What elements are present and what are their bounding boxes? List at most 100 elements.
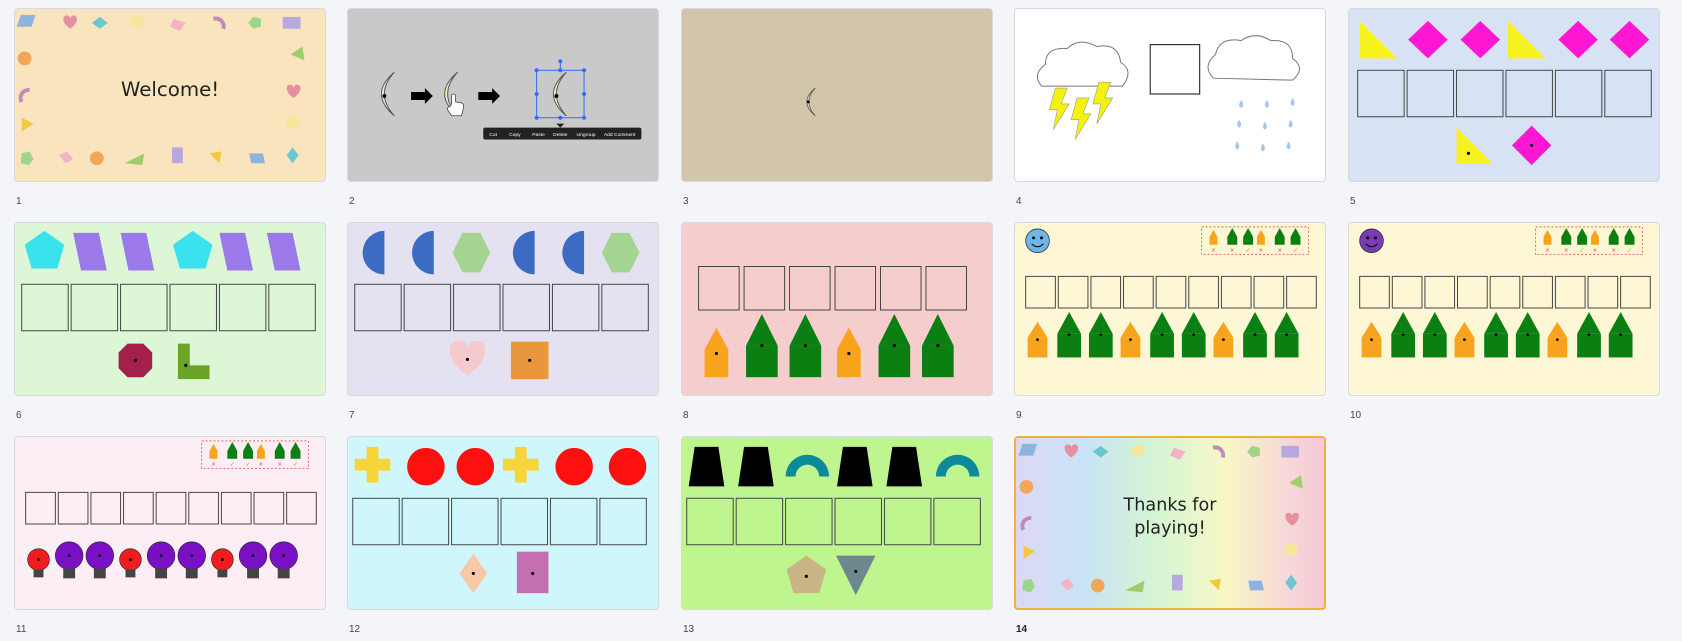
parallelogram-shape: [1248, 580, 1264, 591]
slide-number-7: 7: [349, 410, 355, 421]
slide-2-canvas: Cut Copy Paste Delete Ungroup Add Commen…: [380, 59, 642, 140]
l-shape: [177, 343, 210, 380]
diamond-shape: [91, 16, 108, 29]
answer-boxes: [352, 497, 647, 546]
menu-item-ungroup[interactable]: Ungroup: [577, 132, 596, 138]
heart-shape: [1064, 444, 1079, 458]
tall-house-shape: [1088, 311, 1113, 358]
slide-thumbnail-14[interactable]: Thanks for playing!: [1014, 436, 1326, 610]
slide-number-6: 6: [16, 410, 22, 421]
small-house-shape: [1361, 321, 1382, 358]
mark-5: ×: [1612, 248, 1616, 255]
mark-1: ×: [211, 462, 215, 469]
slide-thumbnail-3[interactable]: [681, 8, 993, 182]
slide-thumbnail-13[interactable]: [681, 436, 993, 610]
circle-shape: [17, 51, 32, 66]
circle-shape: [407, 447, 445, 486]
circle-shape: [456, 447, 495, 486]
slide-thumbnail-9[interactable]: × × ✓ × × ✓: [1014, 222, 1326, 396]
half-circle-shape: [562, 230, 585, 275]
rectangle-shape: [1281, 445, 1299, 458]
arc-shape: [18, 88, 30, 103]
circle-shape: [1284, 543, 1298, 556]
tall-house-shape: [1150, 311, 1174, 358]
mark-4: ×: [259, 462, 263, 469]
slide-7-canvas: [354, 230, 649, 380]
diamond-shape: [1285, 574, 1298, 591]
slide-thumbnail-5[interactable]: [1348, 8, 1660, 182]
arrow-icon: [411, 88, 433, 104]
smiley-face-icon: [1025, 228, 1050, 254]
mark-1: ×: [1211, 248, 1215, 255]
slide-13-canvas: [686, 446, 981, 596]
arch-shape: [785, 454, 830, 477]
pentagon-shape: [20, 151, 34, 166]
slide-4-canvas: [1036, 35, 1300, 152]
triangle-shape: [21, 117, 34, 132]
answer-boxes: [1025, 275, 1317, 309]
circle-shape: [1019, 480, 1034, 494]
slide-3-canvas: [806, 87, 816, 117]
answer-boxes: [698, 266, 967, 311]
purple-lightbulb-icon: [269, 541, 298, 579]
mark-4: ×: [1593, 248, 1597, 255]
slide-1-canvas: Welcome!: [16, 14, 305, 166]
slide-5-canvas: [1357, 20, 1652, 166]
slide-12-canvas: [352, 446, 647, 594]
rectangle-shape: [171, 147, 183, 164]
slide-number-13: 13: [683, 624, 695, 635]
pentagon-shape: [172, 230, 213, 269]
half-circle-shape: [362, 230, 385, 275]
answer-boxes: [1357, 69, 1652, 118]
slide-number-9: 9: [1016, 410, 1022, 421]
arrow-icon: [478, 88, 501, 104]
lightning-icon: [1070, 97, 1092, 140]
tall-house-shape: [1391, 311, 1416, 358]
tall-house-shape: [1577, 311, 1601, 358]
slide-11-canvas: × ✓ ✓ × × ✓: [25, 440, 317, 579]
circle-shape: [285, 115, 300, 128]
parallelogram-shape: [73, 232, 107, 271]
hexagon-shape: [452, 232, 491, 273]
mark-6: ✓: [1293, 248, 1299, 255]
half-circle-shape: [512, 230, 535, 275]
slide-number-3: 3: [683, 196, 689, 207]
slide-number-8: 8: [683, 410, 689, 421]
pentagon-shape: [24, 230, 65, 269]
small-house-shape: [1454, 321, 1475, 358]
trapezoid-shape: [688, 446, 725, 487]
heart-shape: [286, 84, 301, 98]
slide-thumbnail-6[interactable]: [14, 222, 326, 396]
cloud-shape: [1036, 41, 1129, 87]
slide-thumbnail-11[interactable]: × ✓ ✓ × × ✓: [14, 436, 326, 610]
slide-thumbnail-7[interactable]: [347, 222, 659, 396]
menu-item-copy[interactable]: Copy: [509, 132, 521, 138]
lightning-icon: [1049, 87, 1070, 130]
slide-number-11: 11: [16, 624, 27, 635]
slide-thumbnail-4[interactable]: [1014, 8, 1326, 182]
answer-boxes: [354, 283, 649, 332]
small-house-shape: [837, 327, 861, 378]
menu-item-cut[interactable]: Cut: [489, 132, 497, 138]
trapezoid-shape: [738, 446, 774, 487]
slide-number-10: 10: [1350, 410, 1362, 421]
pentagon-shape: [1022, 578, 1036, 593]
rhombus-shape: [59, 151, 74, 164]
diamond-shape: [1460, 20, 1501, 59]
slide-thumbnail-12[interactable]: [347, 436, 659, 610]
parallelogram-shape: [249, 153, 265, 164]
slide-thumbnail-8[interactable]: [681, 222, 993, 396]
menu-item-paste[interactable]: Paste: [532, 132, 545, 138]
moon-shape: [552, 71, 567, 117]
parallelogram-shape: [16, 14, 36, 27]
slide-number-2: 2: [349, 196, 355, 207]
menu-item-delete[interactable]: Delete: [553, 132, 568, 138]
tall-house-shape: [1243, 311, 1267, 358]
menu-item-add-comment[interactable]: Add Comment: [604, 132, 636, 138]
slide-thumbnail-2[interactable]: Cut Copy Paste Delete Ungroup Add Commen…: [347, 8, 659, 182]
triangle-shape: [124, 153, 145, 166]
purple-lightbulb-icon: [238, 541, 268, 579]
slide-thumbnail-10[interactable]: × × ✓ × × ✓: [1348, 222, 1660, 396]
slide-thumbnail-1[interactable]: Welcome!: [14, 8, 326, 182]
purple-lightbulb-icon: [85, 541, 114, 579]
